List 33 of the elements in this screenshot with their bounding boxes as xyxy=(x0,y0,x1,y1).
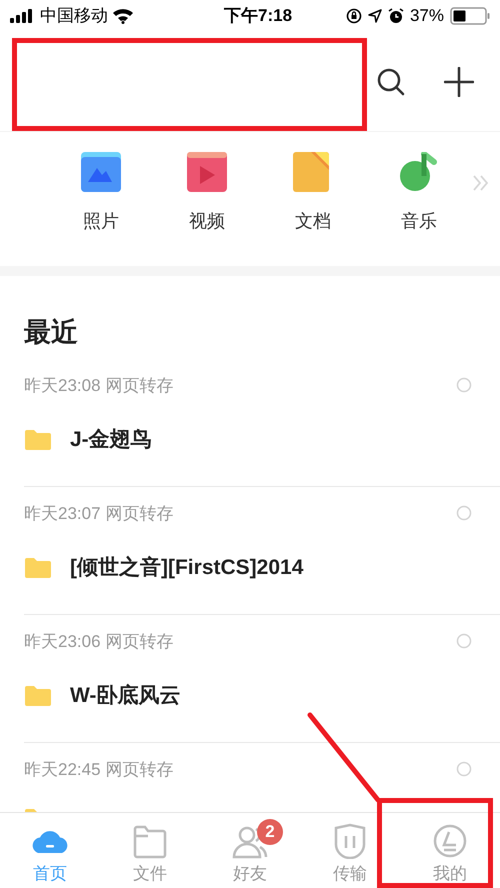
file-meta: 昨天23:08 网页转存 xyxy=(24,374,174,396)
alarm-icon xyxy=(388,8,404,24)
folder-name[interactable]: [倾世之音][FirstCS]2014 xyxy=(70,552,304,584)
radio-icon[interactable] xyxy=(456,633,472,650)
section-title: 最近 xyxy=(23,316,79,349)
battery-percent: 37% xyxy=(410,5,444,28)
double-chevron-icon[interactable] xyxy=(472,175,490,191)
photo-icon xyxy=(79,152,123,192)
radio-icon[interactable] xyxy=(456,505,472,522)
radio-icon[interactable] xyxy=(456,377,472,394)
file-meta: 昨天22:45 网页转存 xyxy=(24,758,174,780)
video-category[interactable]: 视频 xyxy=(154,152,260,235)
rotation-lock-icon xyxy=(346,8,362,24)
radio-icon[interactable] xyxy=(456,761,472,778)
folder-name[interactable]: J-金翅鸟 xyxy=(70,424,152,456)
file-meta: 昨天23:06 网页转存 xyxy=(24,630,174,652)
doc-category[interactable]: 文档 xyxy=(260,152,366,235)
status-time: 下午7:18 xyxy=(224,5,292,28)
photo-category[interactable]: 照片 xyxy=(48,152,154,235)
location-icon xyxy=(368,9,382,23)
plus-icon[interactable] xyxy=(444,66,474,96)
video-icon xyxy=(185,152,229,192)
folder-name[interactable]: W-卧底风云 xyxy=(70,680,180,712)
notification-badge: 2 xyxy=(257,819,283,845)
folder-icon xyxy=(24,428,52,451)
music-category[interactable]: 音乐 xyxy=(366,152,472,235)
battery-icon xyxy=(450,7,490,25)
file-meta: 昨天23:07 网页转存 xyxy=(24,502,174,524)
search-icon[interactable] xyxy=(376,66,406,96)
carrier-name: 中国移动 xyxy=(40,5,108,28)
wifi-icon xyxy=(112,8,134,24)
folder-icon xyxy=(24,684,52,707)
folder-icon xyxy=(24,556,52,579)
